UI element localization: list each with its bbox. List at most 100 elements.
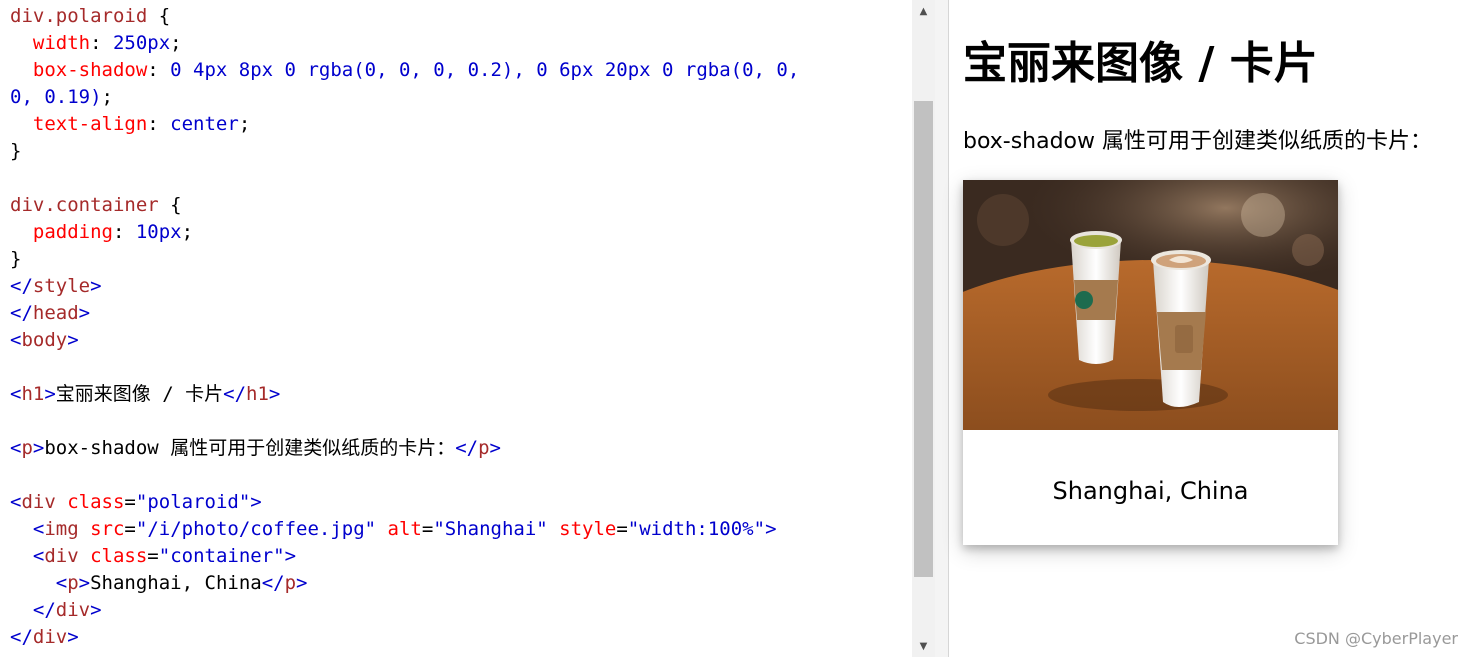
code-token: > xyxy=(284,545,297,567)
code-line[interactable]: padding: 10px; xyxy=(10,219,799,246)
code-line[interactable]: </div> xyxy=(10,624,799,651)
code-token: Shanghai, China xyxy=(90,572,262,594)
code-line[interactable]: div.container { xyxy=(10,192,799,219)
code-token: p xyxy=(478,437,490,459)
code-token: center xyxy=(170,113,239,135)
code-token: padding xyxy=(10,221,113,243)
code-line[interactable]: } xyxy=(10,246,799,273)
code-token: "Shanghai" xyxy=(433,518,548,540)
code-line[interactable] xyxy=(10,408,799,435)
code-token: > xyxy=(78,302,91,324)
code-editor[interactable]: div.polaroid { width: 250px; box-shadow:… xyxy=(0,0,912,657)
card-caption: Shanghai, China xyxy=(1052,477,1249,505)
code-token: style xyxy=(547,518,617,540)
scroll-up-arrow-icon[interactable]: ▲ xyxy=(912,0,935,22)
code-line[interactable]: div.polaroid { xyxy=(10,3,799,30)
editor-scrollbar[interactable]: ▲ ▼ xyxy=(912,0,935,657)
code-line[interactable]: </head> xyxy=(10,300,799,327)
code-token: div xyxy=(55,599,91,621)
code-token: > xyxy=(90,599,102,621)
code-token: = xyxy=(124,491,136,513)
code-token: > xyxy=(268,383,281,405)
code-token: </ xyxy=(10,599,56,621)
code-line[interactable]: <div class="polaroid"> xyxy=(10,489,799,516)
code-token: : xyxy=(147,113,171,135)
code-token: box-shadow 属性可用于创建类似纸质的卡片： xyxy=(44,437,456,459)
code-token: > xyxy=(67,329,79,351)
code-token: style xyxy=(32,275,91,297)
code-line[interactable]: <h1>宝丽来图像 / 卡片</h1> xyxy=(10,381,799,408)
scroll-down-arrow-icon[interactable]: ▼ xyxy=(912,635,935,657)
code-token: > xyxy=(250,491,262,513)
code-token: p xyxy=(21,437,33,459)
code-token: class xyxy=(55,491,125,513)
polaroid-card: Shanghai, China xyxy=(963,180,1338,545)
code-line[interactable] xyxy=(10,462,799,489)
code-token: text-align xyxy=(10,113,148,135)
preview-heading: 宝丽来图像 / 卡片 xyxy=(963,38,1318,89)
code-token: > xyxy=(44,383,56,405)
code-line[interactable]: text-align: center; xyxy=(10,111,799,138)
code-token: 0, 0.19) xyxy=(10,86,102,108)
result-preview: 宝丽来图像 / 卡片 box-shadow 属性可用于创建类似纸质的卡片： Sh… xyxy=(949,0,1473,657)
code-line[interactable]: <body> xyxy=(10,327,799,354)
scrollbar-thumb[interactable] xyxy=(914,101,933,577)
code-token: < xyxy=(10,545,45,567)
code-token: > xyxy=(90,275,102,297)
code-token: > xyxy=(296,572,308,594)
code-token: } xyxy=(10,140,22,162)
code-line[interactable]: width: 250px; xyxy=(10,30,799,57)
pane-divider[interactable] xyxy=(935,0,949,657)
code-token: "/i/photo/coffee.jpg" xyxy=(135,518,377,540)
code-token: 0 4px 8px 0 rgba(0, 0, 0, 0.2), 0 6px 20… xyxy=(170,59,800,81)
code-token: div xyxy=(21,491,56,513)
code-token: "container" xyxy=(158,545,285,567)
code-line[interactable]: box-shadow: 0 4px 8px 0 rgba(0, 0, 0, 0.… xyxy=(10,57,799,84)
code-token: div xyxy=(32,626,68,648)
code-token: h1 xyxy=(246,383,269,405)
code-token: < xyxy=(10,491,22,513)
code-line[interactable]: <div class="container"> xyxy=(10,543,799,570)
code-token: ; xyxy=(170,32,182,54)
code-token: </ xyxy=(455,437,479,459)
code-token: class xyxy=(78,545,148,567)
code-token: box-shadow xyxy=(10,59,148,81)
code-token: 宝丽来图像 / 卡片 xyxy=(55,383,224,405)
code-token: ; xyxy=(238,113,251,135)
code-token: { xyxy=(158,194,182,216)
code-token: </ xyxy=(223,383,247,405)
watermark: CSDN @CyberPlayer xyxy=(1294,629,1458,648)
preview-paragraph: box-shadow 属性可用于创建类似纸质的卡片： xyxy=(963,129,1433,154)
code-token: ; xyxy=(101,86,113,108)
code-token: body xyxy=(21,329,68,351)
code-token: > xyxy=(78,572,91,594)
code-line[interactable]: <p>Shanghai, China</p> xyxy=(10,570,799,597)
code-token: = xyxy=(147,545,159,567)
code-line[interactable]: 0, 0.19); xyxy=(10,84,799,111)
code-line[interactable]: <p>box-shadow 属性可用于创建类似纸质的卡片：</p> xyxy=(10,435,799,462)
code-token: ; xyxy=(181,221,194,243)
code-token: < xyxy=(10,437,22,459)
code-line[interactable] xyxy=(10,165,799,192)
code-token: src xyxy=(78,518,125,540)
code-token: < xyxy=(10,518,45,540)
code-token: > xyxy=(67,626,79,648)
code-token: : xyxy=(90,32,113,54)
code-line[interactable]: <img src="/i/photo/coffee.jpg" alt="Shan… xyxy=(10,516,799,543)
code-line[interactable]: } xyxy=(10,138,799,165)
code-token: </ xyxy=(10,275,33,297)
code-lines[interactable]: div.polaroid { width: 250px; box-shadow:… xyxy=(10,3,799,651)
code-line[interactable]: </style> xyxy=(10,273,799,300)
coffee-photo xyxy=(963,180,1338,430)
code-token: 10px xyxy=(135,221,182,243)
code-token: > xyxy=(489,437,501,459)
code-line[interactable]: </div> xyxy=(10,597,799,624)
code-token: > xyxy=(32,437,45,459)
code-token: < xyxy=(10,383,22,405)
code-line[interactable] xyxy=(10,354,799,381)
code-token: "polaroid" xyxy=(135,491,251,513)
code-token: "width:100%" xyxy=(627,518,766,540)
code-token: p xyxy=(284,572,297,594)
code-token: alt xyxy=(376,518,422,540)
code-token: p xyxy=(67,572,79,594)
